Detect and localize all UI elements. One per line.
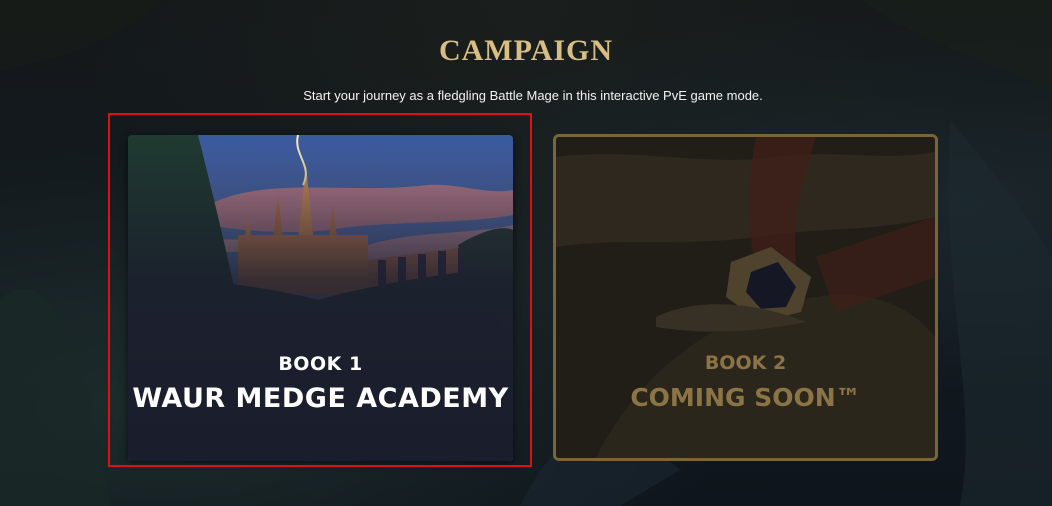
- page-title: CAMPAIGN: [438, 34, 614, 67]
- campaign-card-book-2[interactable]: BOOK 2 COMING SOON™: [553, 134, 938, 461]
- book-2-label: BOOK 2: [704, 352, 787, 374]
- page-subtitle: Start your journey as a fledgling Battle…: [303, 88, 763, 103]
- book-2-name: COMING SOON™: [630, 383, 861, 412]
- selected-card-highlight: [108, 113, 532, 467]
